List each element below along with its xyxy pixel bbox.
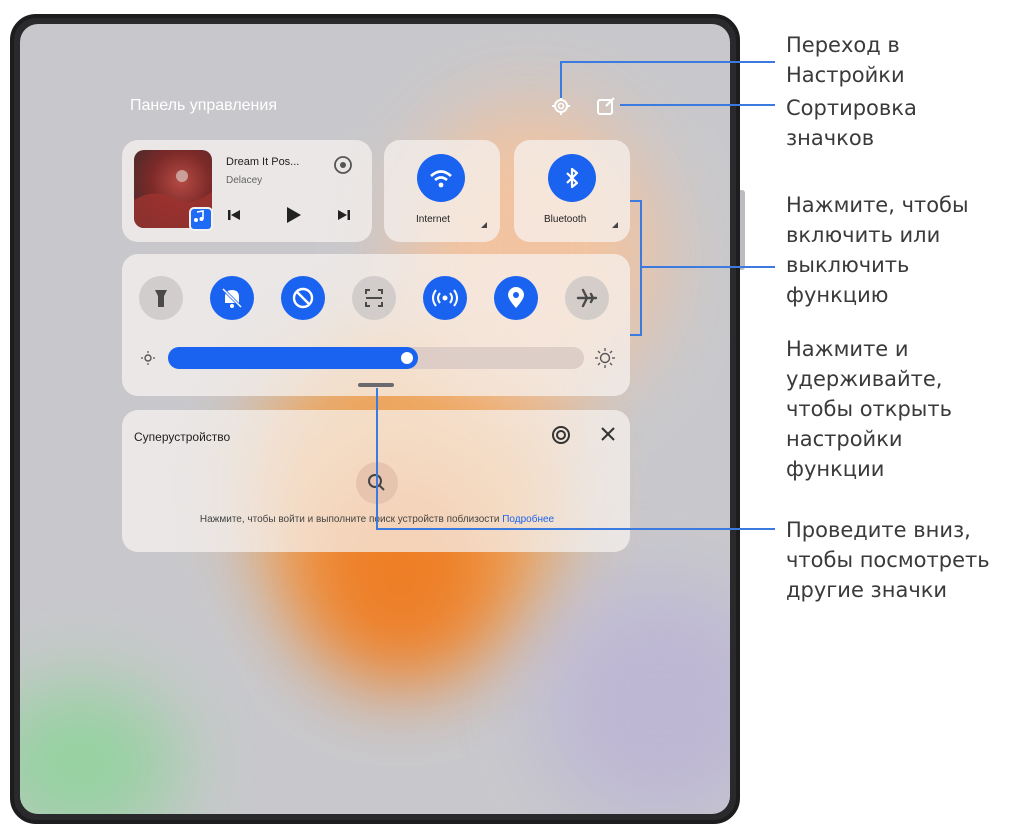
scanner-icon[interactable] (352, 276, 396, 320)
callout-settings-line1: Переход в (786, 33, 900, 57)
callout-line (640, 266, 775, 268)
auto-rotate-icon[interactable] (281, 276, 325, 320)
callout-line (376, 388, 378, 529)
brightness-low-icon (140, 350, 156, 366)
callout-toggle-line2: включить или (786, 223, 941, 247)
side-button (740, 190, 745, 270)
callout-settings-line2: Настройки (786, 63, 905, 87)
location-icon[interactable] (494, 276, 538, 320)
brightness-fill (168, 347, 418, 369)
callout-swipe-line1: Проведите вниз, (786, 518, 971, 542)
callout-swipe-line2: чтобы посмотреть (786, 548, 990, 572)
expand-arrow-icon[interactable] (612, 222, 618, 228)
cast-icon[interactable] (332, 154, 354, 176)
callout-hold-line4: настройки (786, 427, 903, 451)
callout-settings: Переход в Настройки (786, 30, 905, 90)
callout-sort-line2: значков (786, 126, 875, 150)
bluetooth-icon (548, 154, 596, 202)
wifi-icon (417, 154, 465, 202)
callout-hold-line1: Нажмите и (786, 337, 909, 361)
bluetooth-tile[interactable]: Bluetooth (514, 140, 630, 242)
brightness-knob[interactable] (400, 352, 413, 364)
mute-bell-icon[interactable] (210, 276, 254, 320)
callout-line (376, 528, 775, 530)
callout-toggle: Нажмите, чтобы включить или выключить фу… (786, 190, 969, 310)
brightness-high-icon (594, 347, 616, 369)
internet-tile[interactable]: Internet (384, 140, 500, 242)
more-link[interactable]: Подробнее (502, 514, 554, 525)
wallpaper-blob (540, 584, 730, 814)
edit-square-icon[interactable] (596, 96, 616, 116)
expand-arrow-icon[interactable] (481, 222, 487, 228)
next-icon[interactable] (336, 208, 352, 222)
callout-toggle-line1: Нажмите, чтобы (786, 193, 969, 217)
drag-handle[interactable] (358, 383, 394, 387)
wallpaper-blob (20, 684, 180, 814)
song-artist: Delacey (226, 175, 263, 186)
callout-hold-line5: функции (786, 457, 885, 481)
callout-toggle-line3: выключить (786, 253, 910, 277)
target-icon[interactable] (550, 424, 572, 446)
callout-line (640, 200, 642, 336)
panel-title: Панель управления (130, 97, 277, 114)
superdevice-hint-text: Нажмите, чтобы войти и выполните поиск у… (199, 514, 500, 525)
brightness-slider[interactable] (168, 347, 584, 369)
callout-line (620, 104, 775, 106)
callout-hold-line3: чтобы открыть (786, 397, 952, 421)
toggles-card (122, 254, 630, 396)
callout-line (630, 334, 640, 336)
previous-icon[interactable] (226, 208, 242, 222)
close-icon[interactable] (598, 424, 618, 444)
gear-icon[interactable] (551, 96, 571, 116)
airplane-icon[interactable] (565, 276, 609, 320)
song-title: Dream It Pos... (226, 156, 300, 168)
callout-sort-line1: Сортировка (786, 96, 917, 120)
superdevice-title: Суперустройство (134, 430, 231, 444)
callout-sort: Сортировка значков (786, 93, 917, 153)
flashlight-icon[interactable] (139, 276, 183, 320)
callout-swipe: Проведите вниз, чтобы посмотреть другие … (786, 515, 990, 605)
media-card[interactable]: Dream It Pos... Delacey (122, 140, 372, 242)
callout-hold: Нажмите и удерживайте, чтобы открыть нас… (786, 334, 952, 484)
callout-line (560, 61, 562, 98)
nfc-icon[interactable] (423, 276, 467, 320)
callout-swipe-line3: другие значки (786, 578, 948, 602)
callout-line (560, 61, 775, 63)
music-app-icon (189, 207, 213, 231)
play-icon[interactable] (284, 206, 302, 224)
callout-line (630, 200, 640, 202)
callout-toggle-line4: функцию (786, 283, 889, 307)
bluetooth-label: Bluetooth (544, 214, 587, 225)
internet-label: Internet (416, 214, 450, 225)
callout-hold-line2: удерживайте, (786, 367, 943, 391)
